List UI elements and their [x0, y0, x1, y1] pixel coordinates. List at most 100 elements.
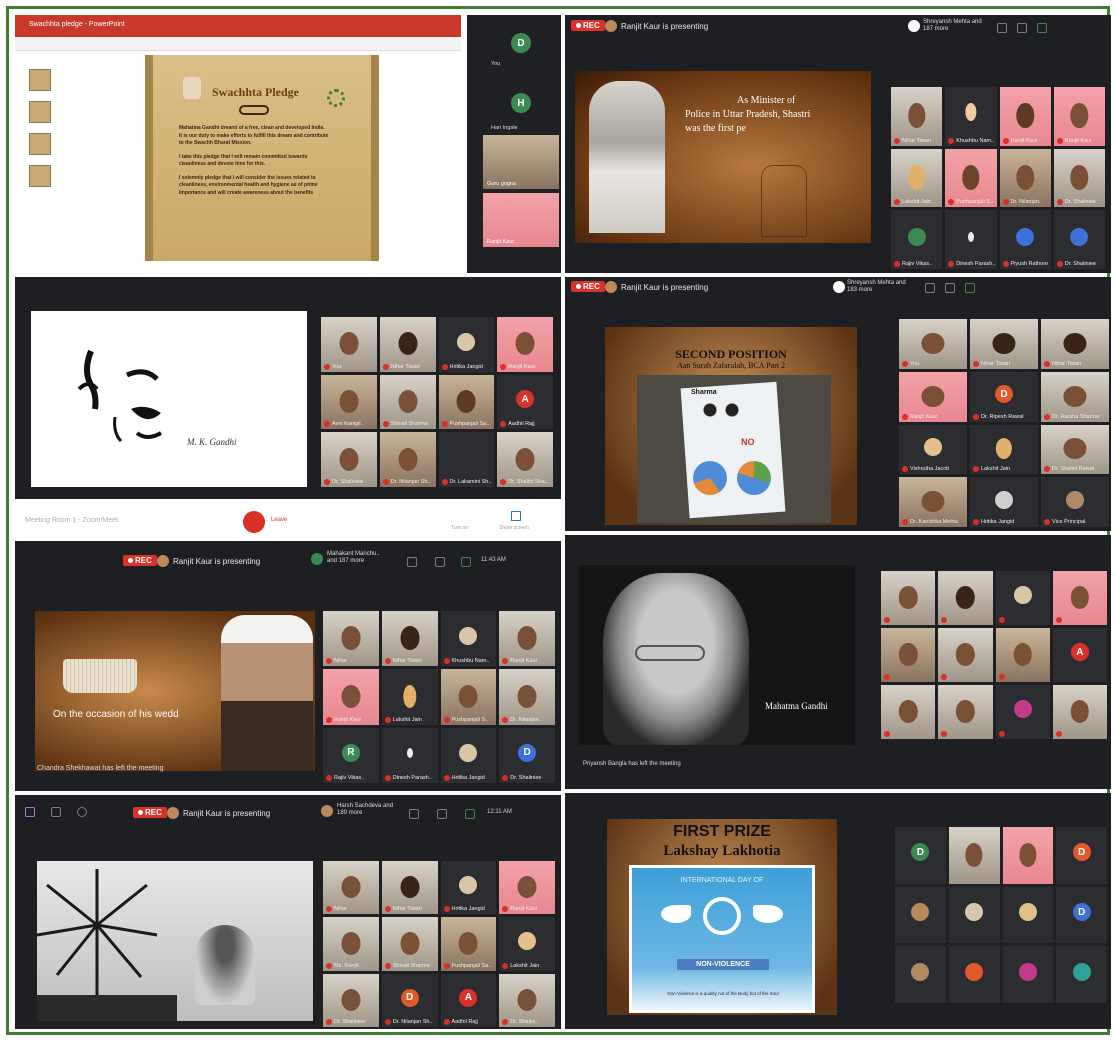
participant-name: Guru gogna — [487, 181, 517, 187]
slide-thumbnail-4[interactable] — [29, 165, 51, 187]
participant-name: Nihar Tiwari — [385, 906, 422, 912]
turn-on-label[interactable]: Turn on — [451, 525, 468, 531]
participant-avatar: D — [1072, 843, 1091, 862]
slide-caption-line: was the first pe — [685, 123, 746, 134]
participant-name: Ms. Ranjit.. — [326, 963, 362, 969]
participant-name: Ranjit Kaur — [500, 364, 535, 370]
participant-name: Aadhil Rajj — [444, 1019, 478, 1025]
participant-avatar — [459, 875, 478, 894]
participant-name: Nihar Tiwari — [973, 361, 1010, 367]
leave-label[interactable]: Leave — [271, 517, 287, 523]
participant-tile — [995, 628, 1050, 682]
participant-name: Ranjit Kaur — [1003, 138, 1038, 144]
pledge-title: Swachhta Pledge — [212, 85, 299, 99]
pledge-line: Mahatma Gandhi dreamt of a free, clean a… — [179, 125, 325, 131]
slide-subtitle: Aan Surah Zafarulah, BCA Part 2 — [677, 361, 785, 370]
participant-name: Aadhil Rajj — [500, 421, 534, 427]
rec-badge: REC — [123, 555, 157, 566]
participant-name: Dr. Shaliniee — [502, 775, 541, 781]
end-call-button[interactable] — [243, 511, 265, 533]
participant-name: Nihar Tiwari — [1044, 361, 1081, 367]
slide-caption: Mahatma Gandhi — [765, 701, 828, 711]
participant-avatar: D — [911, 843, 930, 862]
share-screen-icon[interactable] — [511, 511, 521, 521]
slide-title: SECOND POSITION — [675, 347, 787, 361]
participant-avatar: D — [1072, 903, 1091, 922]
chat-icon[interactable] — [925, 283, 935, 293]
participant-name: Pushpanjali S.. — [948, 199, 993, 205]
participant-tile: Avni Kanigil.. — [321, 374, 377, 430]
left-meeting-notice: Chandra Shekhawat has left the meeting — [37, 765, 164, 772]
participant-avatar — [459, 626, 478, 645]
activities-icon[interactable] — [465, 809, 475, 819]
participant-avatar — [967, 231, 974, 242]
participant-name: Hari Ingale — [491, 125, 518, 131]
participant-tile: Nihar Tiwari — [891, 87, 943, 146]
ppt-ribbon — [15, 37, 461, 51]
viewer-avatar — [321, 805, 333, 817]
rec-badge: REC — [571, 20, 605, 31]
tile-gandhi-sketch-meeting: M. K. Gandhi You Nihar Tiwari Hritika Ja… — [15, 277, 561, 499]
participant-avatar — [924, 437, 942, 456]
share-screen-label[interactable]: Share screen — [499, 525, 529, 531]
participant-tile: Nihar Tiwari — [1041, 319, 1109, 369]
activities-icon[interactable] — [1037, 23, 1047, 33]
participant-name: Dr. Shalini.. — [502, 1019, 538, 1025]
participant-avatar: A — [459, 988, 478, 1007]
settings-icon[interactable] — [77, 807, 87, 817]
slide-thumbnail-1[interactable] — [29, 69, 51, 91]
participant-name: Dr. Ripesh Rawal — [973, 414, 1024, 420]
chat-icon[interactable] — [407, 557, 417, 567]
participant-name: Hritika Jangid — [444, 775, 485, 781]
participant-avatar — [457, 332, 476, 351]
chat-icon[interactable] — [997, 23, 1007, 33]
participant-tile: D Dr. Ripesh Rawal — [970, 371, 1038, 422]
participant-tile: Dr. Shalini.. — [499, 973, 555, 1027]
participant-tile: D — [1056, 886, 1107, 944]
participant-tile: Dr. Nilanjan.. — [999, 148, 1051, 208]
participant-tile: Dr. Shalini Sha.. — [497, 432, 553, 487]
participant-tile: Ranjit Kaur — [499, 611, 555, 667]
participant-tile — [948, 827, 1000, 884]
participant-avatar — [911, 962, 930, 981]
participant-name: You — [491, 61, 501, 67]
participant-tile — [1052, 571, 1107, 625]
participant-name — [884, 731, 890, 737]
activities-icon[interactable] — [461, 557, 471, 567]
globe-drawing-right — [737, 461, 771, 495]
people-icon[interactable] — [435, 557, 445, 567]
people-icon[interactable] — [945, 283, 955, 293]
participant-name: Pushpanjali Sa.. — [444, 963, 492, 969]
people-icon[interactable] — [1017, 23, 1027, 33]
participant-name: Lakshit Jain — [502, 963, 539, 969]
slide-caption-line: As Minister of — [737, 95, 796, 106]
participant-name: Shivali Sharma — [383, 421, 428, 427]
tile-charkha-meeting: REC Ranjit Kaur is presenting Harsh Sach… — [15, 795, 561, 1029]
draw-icon[interactable] — [25, 807, 35, 817]
participant-tile: Pushpanjali Sa.. — [438, 374, 495, 430]
participant-avatar — [1066, 490, 1084, 509]
participant-tile: Dr. Nilanjan Sh.. — [379, 432, 436, 487]
participant-name — [999, 731, 1005, 737]
chat-icon[interactable] — [409, 809, 419, 819]
pledge-line: I solemnly pledge that I will consider t… — [179, 174, 316, 181]
gandhi-signature: M. K. Gandhi — [187, 437, 237, 447]
people-icon[interactable] — [437, 809, 447, 819]
layout-icon[interactable] — [51, 807, 61, 817]
activities-icon[interactable] — [965, 283, 975, 293]
participant-tile: Dr. Lakamini Sh.. — [438, 432, 495, 487]
viewer-label: Harsh Sachdeva and 189 more — [337, 803, 394, 816]
participant-name: Dr. Shaliniee — [1057, 261, 1096, 267]
participant-tile — [938, 571, 993, 625]
participant-tile: D Dr. Nilanjan Sh.. — [381, 973, 438, 1027]
participant-tile: Lakshit Jain — [381, 669, 438, 725]
book-image — [63, 659, 137, 693]
participant-tile: Hritika Jangid — [970, 477, 1038, 527]
participant-tile: Dr. Harsha Sharma — [1041, 371, 1109, 422]
slide-thumbnail-3[interactable] — [29, 133, 51, 155]
participant-tile — [938, 685, 993, 739]
participant-name: Nihar Tiwari — [894, 138, 931, 144]
slide-thumbnail-2[interactable] — [29, 101, 51, 123]
slide-title: FIRST PRIZE — [673, 823, 771, 840]
shared-slide: M. K. Gandhi — [31, 311, 307, 487]
